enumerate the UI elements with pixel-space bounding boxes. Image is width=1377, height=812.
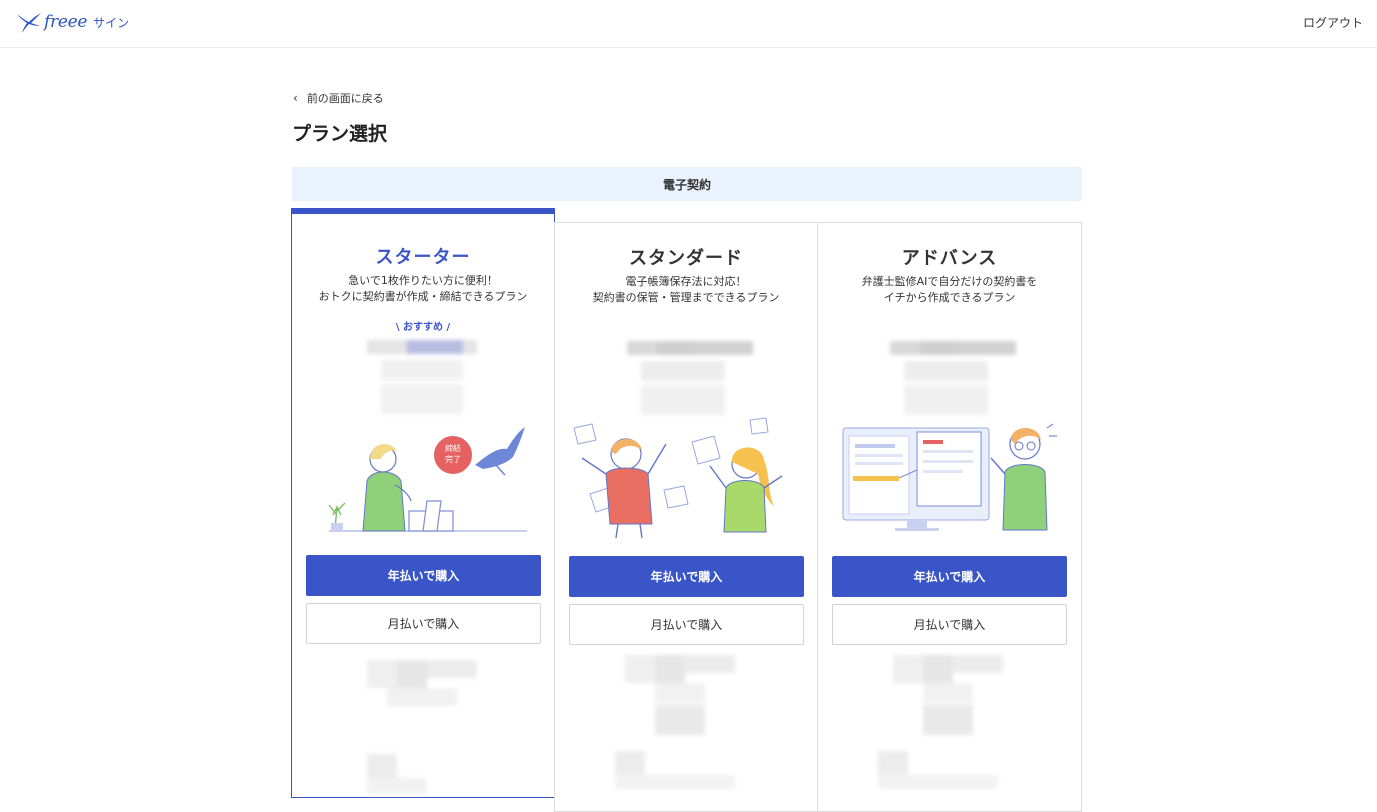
logo-sub-text: サイン	[93, 15, 130, 30]
svg-text:完了: 完了	[445, 454, 461, 464]
starter-illustration: 締結 完了	[328, 427, 527, 532]
plan-desc-line2: イチから作成できるプラン	[883, 291, 1016, 304]
plan-card-standard[interactable]: スタンダード 電子帳簿保存法に対応！ 契約書の保管・管理までできるプラン 年払い…	[554, 222, 818, 812]
bird-logo-icon	[16, 10, 42, 34]
feature-blurred-2	[615, 751, 745, 791]
plan-desc-line2: おトクに契約書が作成・締結できるプラン	[318, 290, 528, 303]
annual-purchase-button[interactable]: 年払いで購入	[832, 556, 1067, 597]
page-title: プラン選択	[292, 123, 388, 145]
annual-purchase-button[interactable]: 年払いで購入	[306, 555, 541, 596]
plan-name: スターター	[375, 247, 471, 268]
plan-name: スタンダード	[629, 248, 743, 269]
plan-desc-line1: 電子帳簿保存法に対応！	[625, 275, 747, 288]
top-header: freee サイン ログアウト	[0, 0, 1377, 48]
svg-text:締結: 締結	[445, 443, 461, 453]
freee-sign-logo[interactable]: freee サイン	[16, 6, 129, 38]
feature-blurred-2	[878, 751, 1008, 791]
feature-blurred	[625, 655, 740, 745]
feature-blurred	[893, 655, 1008, 745]
advance-illustration	[842, 423, 1057, 531]
price-blurred	[627, 341, 753, 421]
back-label: 前の画面に戻る	[306, 92, 384, 105]
plan-desc-line1: 弁護士監修AIで自分だけの契約書を	[861, 275, 1038, 288]
monthly-purchase-button[interactable]: 月払いで購入	[832, 604, 1067, 645]
category-tab: 電子契約	[292, 167, 1082, 201]
standard-illustration	[573, 417, 783, 539]
plan-name: アドバンス	[901, 248, 998, 269]
plan-cards: スターター 急いで1枚作りたい方に便利！ おトクに契約書が作成・締結できるプラン…	[291, 208, 1082, 812]
plan-card-starter[interactable]: スターター 急いで1枚作りたい方に便利！ おトクに契約書が作成・締結できるプラン…	[291, 208, 555, 798]
plan-desc-line2: 契約書の保管・管理までできるプラン	[592, 291, 780, 304]
feature-blurred-2	[367, 754, 437, 794]
logo-text: freee	[44, 12, 88, 32]
recommended-badge: \ おすすめ /	[395, 322, 451, 333]
chevron-left-icon: ‹	[293, 91, 298, 105]
annual-purchase-button[interactable]: 年払いで購入	[569, 556, 804, 597]
price-blurred	[890, 341, 1016, 421]
plan-card-advance[interactable]: アドバンス 弁護士監修AIで自分だけの契約書を イチから作成できるプラン 年払い…	[817, 222, 1082, 812]
back-link[interactable]: ‹ 前の画面に戻る	[293, 90, 384, 106]
price-blurred	[367, 340, 477, 420]
monthly-purchase-button[interactable]: 月払いで購入	[569, 604, 804, 645]
plan-desc-line1: 急いで1枚作りたい方に便利！	[348, 274, 498, 287]
monthly-purchase-button[interactable]: 月払いで購入	[306, 603, 541, 644]
logout-link[interactable]: ログアウト	[1303, 14, 1363, 31]
feature-blurred	[367, 660, 482, 720]
